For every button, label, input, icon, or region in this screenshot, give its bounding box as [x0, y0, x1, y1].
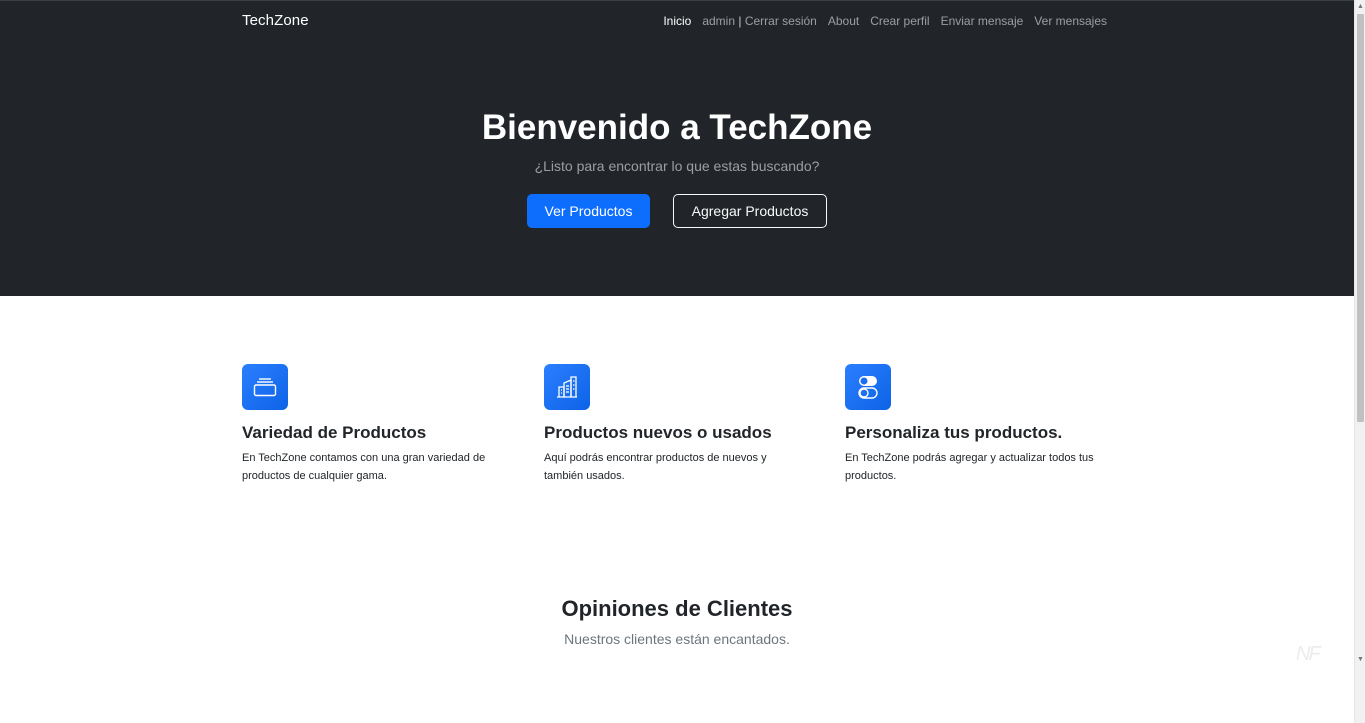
- nav-user-logout: admin | Cerrar sesión: [702, 14, 817, 28]
- collection-icon: [242, 364, 288, 410]
- scrollbar-thumb[interactable]: [1357, 14, 1364, 422]
- agregar-productos-button[interactable]: Agregar Productos: [673, 194, 827, 228]
- ver-productos-button[interactable]: Ver Productos: [527, 194, 650, 228]
- building-icon: [544, 364, 590, 410]
- testimonials-subtitle: Nuestros clientes están encantados.: [564, 631, 790, 647]
- scroll-up-arrow-icon[interactable]: ▲: [1357, 2, 1364, 12]
- feature-text: En TechZone contamos con una gran varied…: [242, 452, 486, 482]
- hero-buttons: Ver Productos Agregar Productos: [0, 194, 1354, 228]
- page: TechZone Inicio admin | Cerrar sesión Ab…: [0, 0, 1354, 723]
- hero-subtitle: ¿Listo para encontrar lo que estas busca…: [534, 158, 820, 174]
- feature-text: Aquí podrás encontrar productos de nuevo…: [544, 452, 767, 482]
- toggles-icon: [845, 364, 891, 410]
- vertical-scrollbar[interactable]: ▲ ▼: [1354, 0, 1365, 723]
- feature-item: Productos nuevos o usados Aquí podrás en…: [544, 364, 814, 485]
- scroll-down-arrow-icon[interactable]: ▼: [1357, 655, 1364, 665]
- nav-link-ver-mensajes[interactable]: Ver mensajes: [1034, 14, 1107, 28]
- features-section: Variedad de Productos En TechZone contam…: [242, 364, 1122, 494]
- hero-section: Bienvenido a TechZone ¿Listo para encont…: [0, 42, 1354, 296]
- nav-link-about[interactable]: About: [828, 14, 859, 28]
- nav-separator: |: [738, 14, 742, 28]
- feature-title: Productos nuevos o usados: [544, 423, 772, 442]
- feature-item: Variedad de Productos En TechZone contam…: [242, 364, 512, 485]
- feature-title: Variedad de Productos: [242, 423, 427, 442]
- brand-logo[interactable]: TechZone: [242, 12, 309, 29]
- navbar: TechZone Inicio admin | Cerrar sesión Ab…: [0, 0, 1354, 42]
- testimonials-title: Opiniones de Clientes: [561, 596, 793, 621]
- watermark-logo: NF: [1296, 643, 1321, 665]
- nav-links: Inicio admin | Cerrar sesión About Crear…: [663, 14, 1107, 28]
- nav-link-inicio[interactable]: Inicio: [663, 14, 691, 28]
- feature-title: Personaliza tus productos.: [845, 423, 1063, 442]
- nav-link-crear-perfil[interactable]: Crear perfil: [870, 14, 929, 28]
- nav-link-logout[interactable]: Cerrar sesión: [745, 14, 817, 28]
- nav-link-enviar-mensaje[interactable]: Enviar mensaje: [941, 14, 1024, 28]
- feature-item: Personaliza tus productos. En TechZone p…: [845, 364, 1115, 485]
- feature-text: En TechZone podrás agregar y actualizar …: [845, 452, 1094, 482]
- nav-username[interactable]: admin: [702, 14, 735, 28]
- hero-title: Bienvenido a TechZone: [481, 108, 873, 147]
